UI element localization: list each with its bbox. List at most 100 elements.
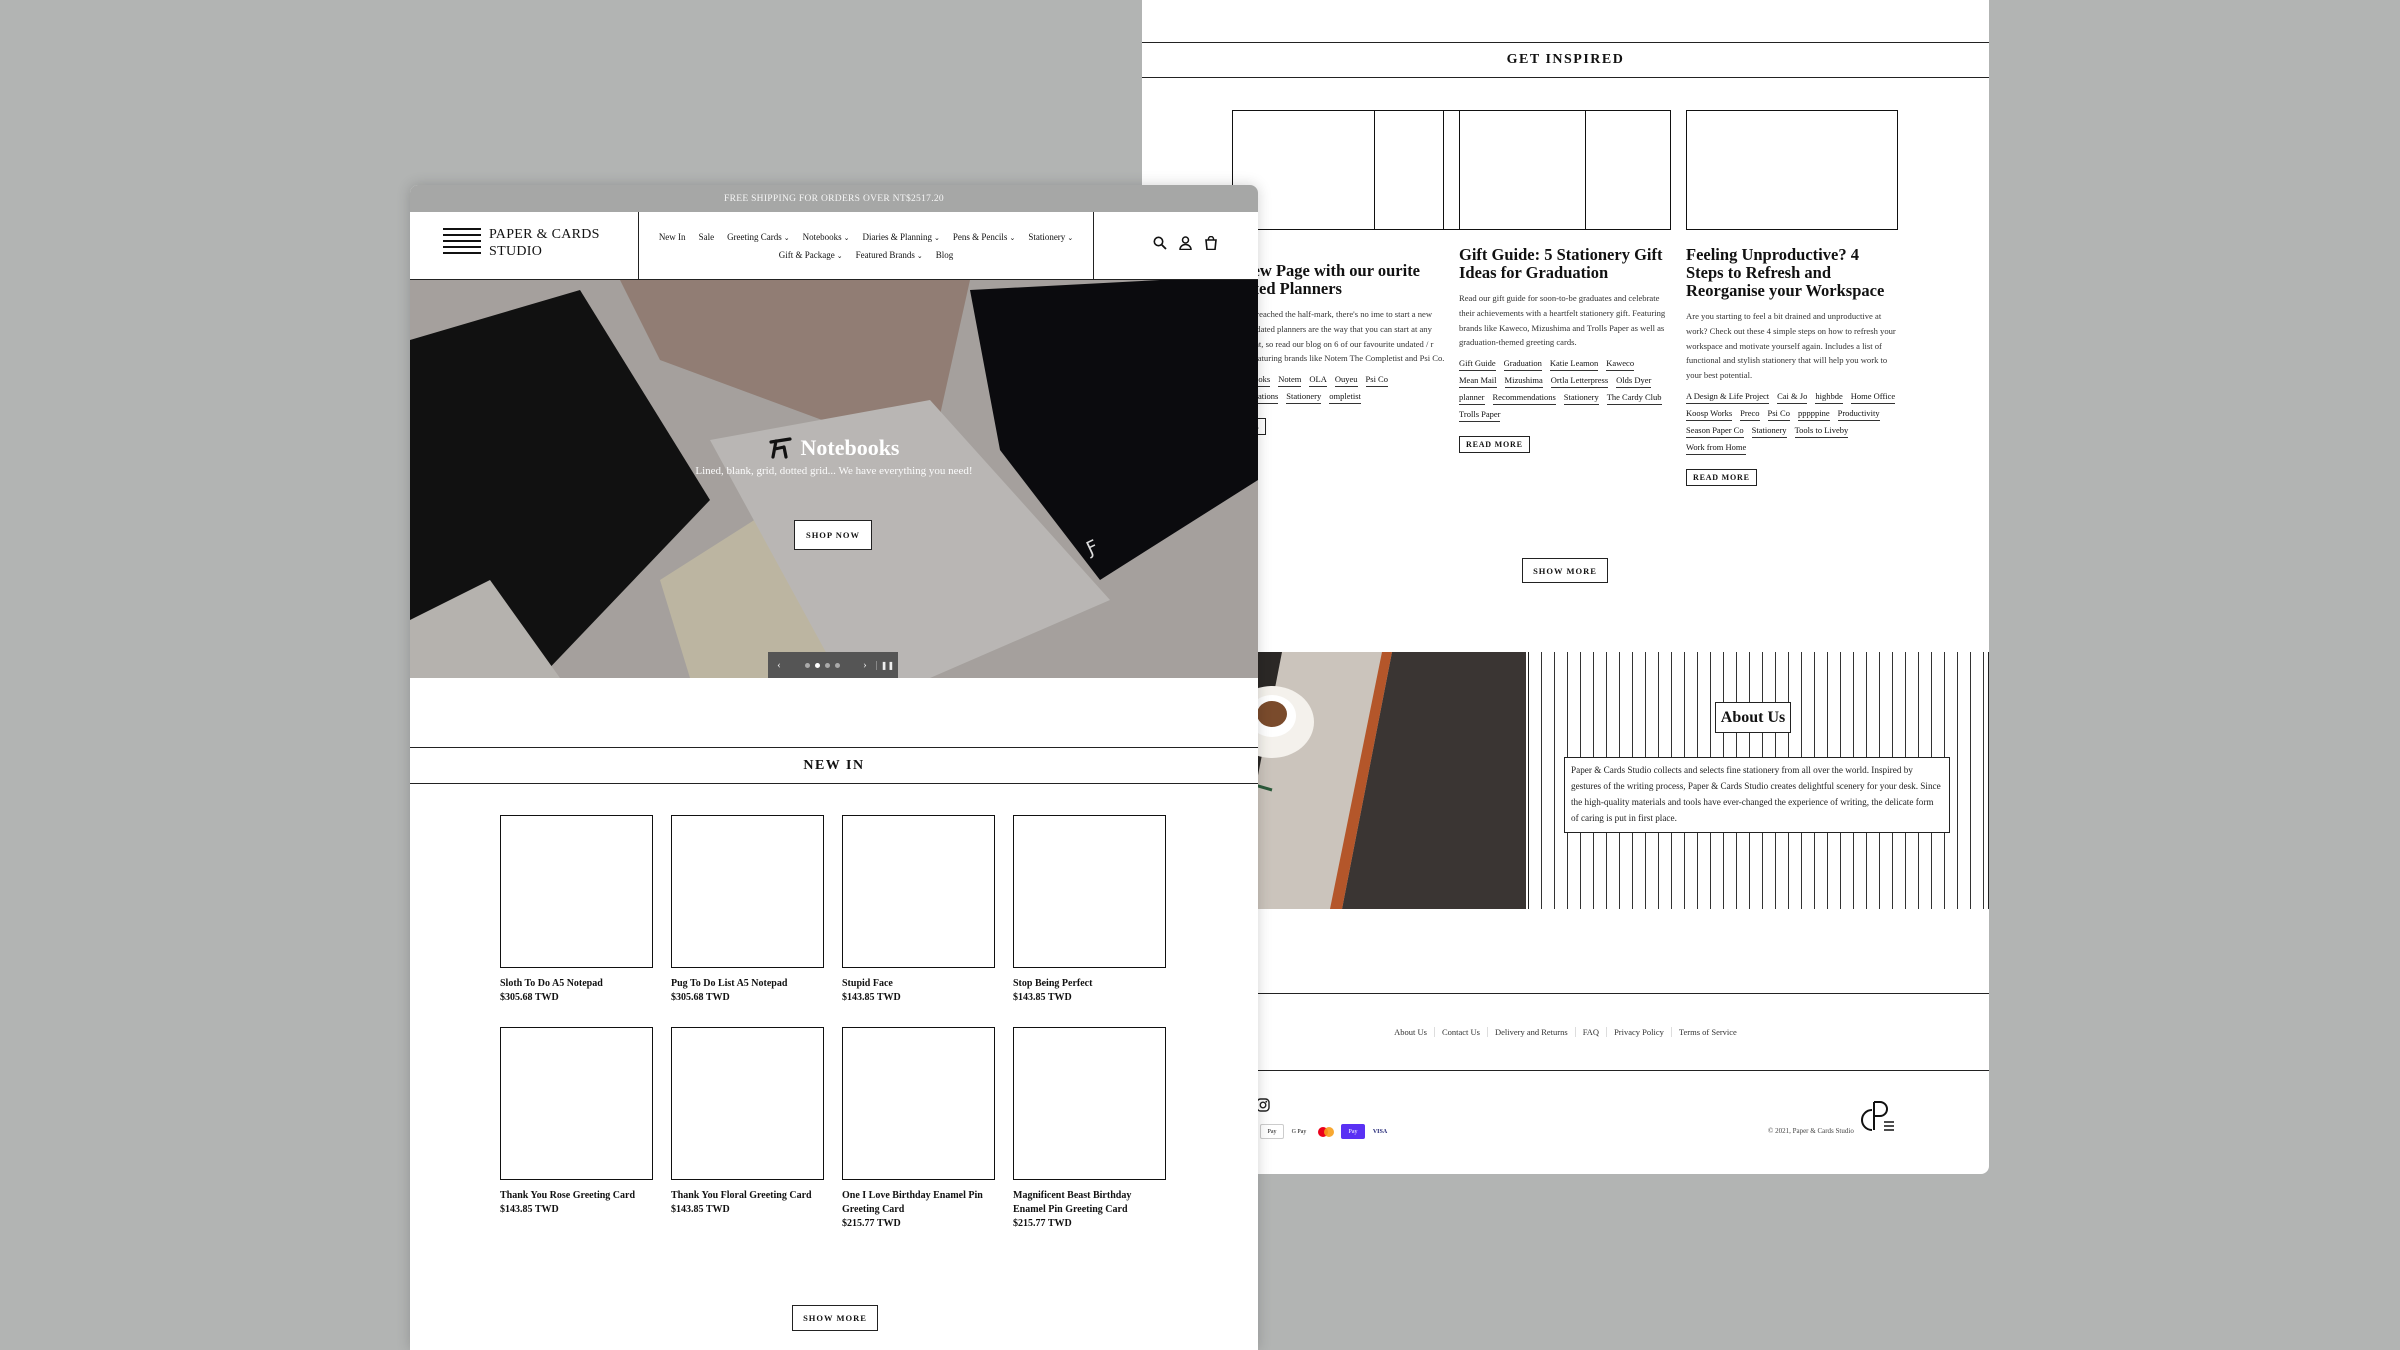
nav-item[interactable]: Pens & Pencils ⌄	[953, 232, 1015, 242]
article-tag[interactable]: The Cardy Club	[1606, 390, 1662, 406]
hero-slideshow[interactable]: Ƒ Notebooks Lined, blank, grid, dotted g…	[410, 280, 1258, 678]
slide-dot[interactable]	[834, 662, 840, 668]
article-tag[interactable]: Olds Dyer	[1616, 373, 1652, 389]
product-image[interactable]	[842, 815, 995, 968]
article-tag[interactable]: Ortla Letterpress	[1550, 373, 1609, 389]
nav-item[interactable]: Featured Brands ⌄	[856, 250, 923, 260]
read-more-button[interactable]: READ MORE	[1459, 436, 1530, 454]
footer-link-contact[interactable]: Contact Us	[1435, 1027, 1488, 1037]
article-tag[interactable]: Trolls Paper	[1459, 407, 1501, 423]
product-image[interactable]	[842, 1027, 995, 1180]
article-tag[interactable]: ompletist	[1329, 389, 1361, 405]
article-tag[interactable]: pppppine	[1797, 406, 1830, 421]
read-more-button[interactable]: READ MORE	[1686, 468, 1757, 486]
article-tag[interactable]: A Design & Life Project	[1686, 389, 1770, 404]
product-card[interactable]: Pug To Do List A5 Notepad $305.68 TWD	[671, 815, 824, 1005]
product-image[interactable]	[500, 1027, 653, 1180]
brand-monogram-logo[interactable]	[1860, 1098, 1900, 1139]
product-image[interactable]	[1013, 815, 1166, 968]
slide-dot[interactable]	[824, 662, 830, 668]
product-image[interactable]	[671, 815, 824, 968]
slide-dot[interactable]	[814, 662, 820, 668]
footer-link-about[interactable]: About Us	[1387, 1027, 1435, 1037]
article-tag[interactable]: Mean Mail	[1459, 373, 1497, 389]
product-card[interactable]: Stupid Face $143.85 TWD	[842, 815, 995, 1005]
product-title[interactable]: Thank You Rose Greeting Card	[500, 1189, 653, 1203]
slide-dot[interactable]	[804, 662, 810, 668]
article-tag[interactable]: Mizushima	[1504, 373, 1543, 389]
product-card[interactable]: One I Love Birthday Enamel Pin Greeting …	[842, 1027, 995, 1231]
article-tag[interactable]: Work from Home	[1686, 440, 1747, 455]
article-tag[interactable]: highbde	[1815, 389, 1843, 404]
shop-now-button[interactable]: SHOP NOW	[794, 520, 872, 550]
product-card[interactable]: Stop Being Perfect $143.85 TWD	[1013, 815, 1166, 1005]
nav-row: Gift & Package ⌄ Featured Brands ⌄ Blog	[779, 250, 953, 260]
product-card[interactable]: Sloth To Do A5 Notepad $305.68 TWD	[500, 815, 653, 1005]
product-title[interactable]: Thank You Floral Greeting Card	[671, 1189, 824, 1203]
product-card[interactable]: Thank You Rose Greeting Card $143.85 TWD	[500, 1027, 653, 1217]
product-title[interactable]: Pug To Do List A5 Notepad	[671, 977, 824, 991]
article-tags: Gift Guide Graduation Katie Leamon Kaweco Me…	[1459, 356, 1671, 423]
article-tag[interactable]: Recommendations	[1492, 390, 1556, 406]
pause-icon[interactable]: ❚❚	[876, 660, 898, 670]
article-tag[interactable]: Home Office	[1850, 389, 1896, 404]
article-tag[interactable]: Psi Co	[1767, 406, 1790, 421]
article-tag[interactable]: Stationery	[1751, 423, 1787, 438]
prev-slide-icon[interactable]: ‹	[768, 659, 790, 671]
article-tag[interactable]: Kaweco	[1606, 356, 1635, 372]
nav-item[interactable]: Gift & Package ⌄	[779, 250, 843, 260]
article-tag[interactable]: Notem	[1278, 372, 1302, 388]
product-card[interactable]: Magnificent Beast Birthday Enamel Pin Gr…	[1013, 1027, 1166, 1231]
footer-link-terms[interactable]: Terms of Service	[1672, 1027, 1744, 1037]
nav-item[interactable]: Blog	[936, 250, 954, 260]
product-image[interactable]	[1013, 1027, 1166, 1180]
home-page-panel: FREE SHIPPING FOR ORDERS OVER NT$2517.20…	[410, 185, 1258, 1350]
article-image[interactable]	[1459, 110, 1671, 230]
site-logo[interactable]: PAPER & CARDS STUDIO	[443, 226, 600, 260]
article-tag[interactable]: Season Paper Co	[1686, 423, 1744, 438]
footer-link-privacy[interactable]: Privacy Policy	[1607, 1027, 1672, 1037]
nav-item[interactable]: New In	[659, 232, 686, 242]
account-icon[interactable]	[1179, 236, 1192, 255]
article-tag[interactable]: Stationery	[1563, 390, 1599, 406]
article-tag[interactable]: Stationery	[1286, 389, 1322, 405]
article-tag[interactable]: Gift Guide	[1459, 356, 1496, 372]
article-image[interactable]	[1686, 110, 1898, 230]
article-tag[interactable]: Graduation	[1503, 356, 1542, 372]
product-image[interactable]	[671, 1027, 824, 1180]
nav-item[interactable]: Sale	[699, 232, 715, 242]
article-tag[interactable]: Ouyeu	[1334, 372, 1358, 388]
product-price: $143.85 TWD	[671, 1204, 730, 1215]
cart-icon[interactable]	[1204, 235, 1218, 255]
blog-show-more-button[interactable]: SHOW MORE	[1522, 558, 1608, 583]
nav-item[interactable]: Diaries & Planning ⌄	[863, 232, 940, 242]
product-image[interactable]	[500, 815, 653, 968]
article-tag[interactable]: Cai & Jo	[1777, 389, 1808, 404]
article-tag[interactable]: OLA	[1309, 372, 1327, 388]
article-title[interactable]: Gift Guide: 5 Stationery Gift Ideas for …	[1459, 246, 1671, 282]
nav-item[interactable]: Notebooks ⌄	[803, 232, 850, 242]
next-slide-icon[interactable]: ›	[854, 659, 876, 671]
product-title[interactable]: Stupid Face	[842, 977, 995, 991]
nav-item[interactable]: Stationery ⌄	[1028, 232, 1073, 242]
product-title[interactable]: One I Love Birthday Enamel Pin Greeting …	[842, 1189, 995, 1217]
footer-link-faq[interactable]: FAQ	[1576, 1027, 1608, 1037]
about-us-text: Paper & Cards Studio collects and select…	[1564, 757, 1950, 833]
nav-item[interactable]: Greeting Cards ⌄	[727, 232, 790, 242]
article-tag[interactable]: Psi Co	[1365, 372, 1388, 388]
instagram-icon[interactable]	[1256, 1098, 1270, 1117]
footer-link-delivery[interactable]: Delivery and Returns	[1488, 1027, 1576, 1037]
article-tag[interactable]: planner	[1459, 390, 1485, 406]
article-tag[interactable]: Preco	[1740, 406, 1760, 421]
article-tag[interactable]: Productivity	[1837, 406, 1880, 421]
article-tag[interactable]: Katie Leamon	[1549, 356, 1599, 372]
product-title[interactable]: Sloth To Do A5 Notepad	[500, 977, 653, 991]
article-tag[interactable]: Koosp Works	[1686, 406, 1733, 421]
product-title[interactable]: Magnificent Beast Birthday Enamel Pin Gr…	[1013, 1189, 1166, 1217]
products-show-more-button[interactable]: SHOW MORE	[792, 1305, 878, 1331]
article-title[interactable]: Feeling Unproductive? 4 Steps to Refresh…	[1686, 246, 1898, 300]
product-card[interactable]: Thank You Floral Greeting Card $143.85 TW…	[671, 1027, 824, 1217]
product-title[interactable]: Stop Being Perfect	[1013, 977, 1166, 991]
search-icon[interactable]	[1153, 236, 1167, 255]
article-tag[interactable]: Tools to Liveby	[1794, 423, 1849, 438]
